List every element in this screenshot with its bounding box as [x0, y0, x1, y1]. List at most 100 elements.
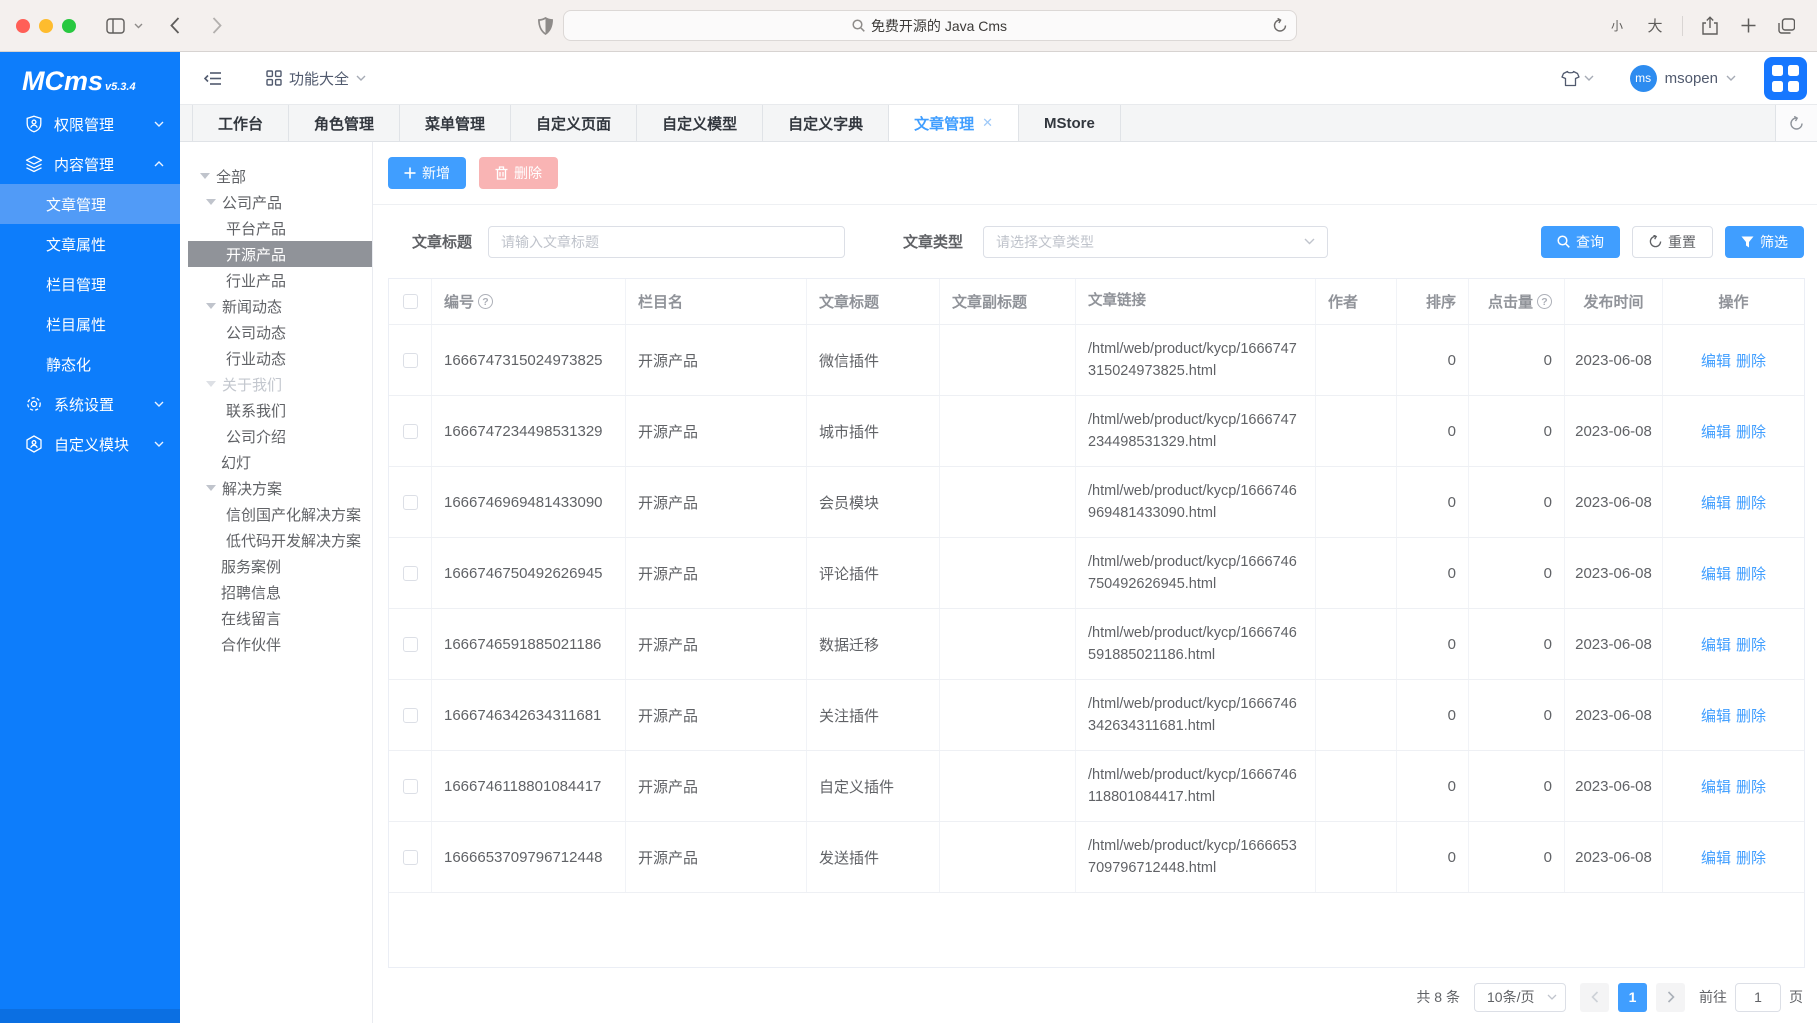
article-type-select[interactable]: 请选择文章类型 [983, 226, 1328, 258]
tree-node-partners[interactable]: 合作伙伴 [180, 631, 372, 657]
close-tab-icon[interactable]: ✕ [982, 115, 993, 131]
tab-workbench[interactable]: 工作台 [192, 105, 289, 141]
tree-node-industry-products[interactable]: 行业产品 [180, 267, 372, 293]
page-number-button[interactable]: 1 [1618, 983, 1647, 1012]
refresh-tab-icon[interactable] [1775, 105, 1817, 141]
browser-sidebar-icon[interactable] [100, 11, 130, 41]
edit-link[interactable]: 编辑 [1701, 563, 1731, 584]
reset-button[interactable]: 重置 [1632, 226, 1713, 258]
add-button[interactable]: 新增 [388, 157, 466, 189]
privacy-shield-icon[interactable] [538, 17, 553, 35]
row-checkbox[interactable] [403, 708, 418, 723]
tree-node-lowcode-solution[interactable]: 低代码开发解决方案 [180, 527, 372, 553]
help-icon[interactable]: ? [1537, 294, 1552, 309]
window-minimize-button[interactable] [39, 19, 53, 33]
delete-link[interactable]: 删除 [1736, 776, 1766, 797]
tree-node-solutions[interactable]: 解决方案 [180, 475, 372, 501]
tree-node-company-intro[interactable]: 公司介绍 [180, 423, 372, 449]
row-checkbox[interactable] [403, 637, 418, 652]
reload-icon[interactable] [1273, 18, 1287, 33]
delete-link[interactable]: 删除 [1736, 350, 1766, 371]
window-close-button[interactable] [16, 19, 30, 33]
collapse-sidebar-icon[interactable] [198, 63, 228, 93]
delete-link[interactable]: 删除 [1736, 421, 1766, 442]
tree-node-online-message[interactable]: 在线留言 [180, 605, 372, 631]
caret-down-icon[interactable] [200, 173, 210, 179]
tree-node-industry-news[interactable]: 行业动态 [180, 345, 372, 371]
row-checkbox[interactable] [403, 353, 418, 368]
window-zoom-button[interactable] [62, 19, 76, 33]
tab-mstore[interactable]: MStore [1019, 105, 1121, 141]
row-checkbox[interactable] [403, 495, 418, 510]
sidebar-item-custom-modules[interactable]: 自定义模块 [0, 424, 180, 464]
tree-node-open-source-products[interactable]: 开源产品 [188, 241, 372, 267]
tab-custom-page[interactable]: 自定义页面 [511, 105, 637, 141]
edit-link[interactable]: 编辑 [1701, 421, 1731, 442]
share-icon[interactable] [1695, 11, 1725, 41]
goto-page-input[interactable] [1735, 983, 1781, 1012]
row-checkbox[interactable] [403, 779, 418, 794]
sidebar-item-column-management[interactable]: 栏目管理 [0, 264, 180, 304]
tree-node-recruitment[interactable]: 招聘信息 [180, 579, 372, 605]
delete-link[interactable]: 删除 [1736, 634, 1766, 655]
sidebar-dropdown-chevron-icon[interactable] [130, 11, 146, 41]
next-page-button[interactable] [1656, 983, 1685, 1012]
sidebar-item-article-management[interactable]: 文章管理 [0, 184, 180, 224]
delete-button[interactable]: 删除 [479, 157, 558, 189]
delete-link[interactable]: 删除 [1736, 563, 1766, 584]
caret-down-icon[interactable] [206, 303, 216, 309]
article-title-input[interactable] [488, 226, 845, 258]
tree-node-slides[interactable]: 幻灯 [180, 449, 372, 475]
tree-node-about-us[interactable]: 关于我们 [180, 371, 372, 397]
text-smaller-button[interactable]: 小 [1602, 11, 1632, 41]
help-icon[interactable]: ? [478, 294, 493, 309]
tab-menu-management[interactable]: 菜单管理 [400, 105, 511, 141]
delete-link[interactable]: 删除 [1736, 847, 1766, 868]
sidebar-item-column-attributes[interactable]: 栏目属性 [0, 304, 180, 344]
tree-node-company-news[interactable]: 公司动态 [180, 319, 372, 345]
sidebar-item-permissions[interactable]: 权限管理 [0, 104, 180, 144]
browser-forward-button[interactable] [202, 11, 232, 41]
tab-custom-dict[interactable]: 自定义字典 [763, 105, 889, 141]
address-bar[interactable]: 免费开源的 Java Cms [563, 10, 1297, 41]
edit-link[interactable]: 编辑 [1701, 847, 1731, 868]
tree-node-company-products[interactable]: 公司产品 [180, 189, 372, 215]
edit-link[interactable]: 编辑 [1701, 634, 1731, 655]
app-grid-button[interactable] [1764, 57, 1807, 100]
select-all-checkbox[interactable] [403, 294, 418, 309]
new-tab-icon[interactable] [1733, 11, 1763, 41]
app-logo[interactable]: MCms v5.3.4 [0, 52, 180, 104]
tab-overview-icon[interactable] [1771, 11, 1801, 41]
tab-custom-model[interactable]: 自定义模型 [637, 105, 763, 141]
page-size-select[interactable]: 10条/页 [1474, 983, 1566, 1012]
tab-role-management[interactable]: 角色管理 [289, 105, 400, 141]
feature-menu-button[interactable]: 功能大全 [266, 68, 366, 89]
filter-button[interactable]: 筛选 [1725, 226, 1804, 258]
row-checkbox[interactable] [403, 566, 418, 581]
edit-link[interactable]: 编辑 [1701, 776, 1731, 797]
sidebar-item-system-settings[interactable]: 系统设置 [0, 384, 180, 424]
caret-down-icon[interactable] [206, 485, 216, 491]
tree-node-all[interactable]: 全部 [180, 163, 372, 189]
delete-link[interactable]: 删除 [1736, 705, 1766, 726]
theme-switcher-button[interactable] [1561, 70, 1594, 87]
tree-node-platform-products[interactable]: 平台产品 [180, 215, 372, 241]
edit-link[interactable]: 编辑 [1701, 492, 1731, 513]
user-menu-button[interactable]: ms msopen [1630, 65, 1736, 92]
sidebar-item-content[interactable]: 内容管理 [0, 144, 180, 184]
tree-node-contact-us[interactable]: 联系我们 [180, 397, 372, 423]
browser-back-button[interactable] [160, 11, 190, 41]
tree-node-xinchuang-solution[interactable]: 信创国产化解决方案 [180, 501, 372, 527]
edit-link[interactable]: 编辑 [1701, 350, 1731, 371]
row-checkbox[interactable] [403, 424, 418, 439]
edit-link[interactable]: 编辑 [1701, 705, 1731, 726]
tree-node-news[interactable]: 新闻动态 [180, 293, 372, 319]
caret-down-icon[interactable] [206, 381, 216, 387]
caret-down-icon[interactable] [206, 199, 216, 205]
query-button[interactable]: 查询 [1541, 226, 1620, 258]
tab-article-management[interactable]: 文章管理 ✕ [889, 105, 1019, 141]
delete-link[interactable]: 删除 [1736, 492, 1766, 513]
sidebar-item-static[interactable]: 静态化 [0, 344, 180, 384]
tree-node-service-cases[interactable]: 服务案例 [180, 553, 372, 579]
sidebar-item-article-attributes[interactable]: 文章属性 [0, 224, 180, 264]
